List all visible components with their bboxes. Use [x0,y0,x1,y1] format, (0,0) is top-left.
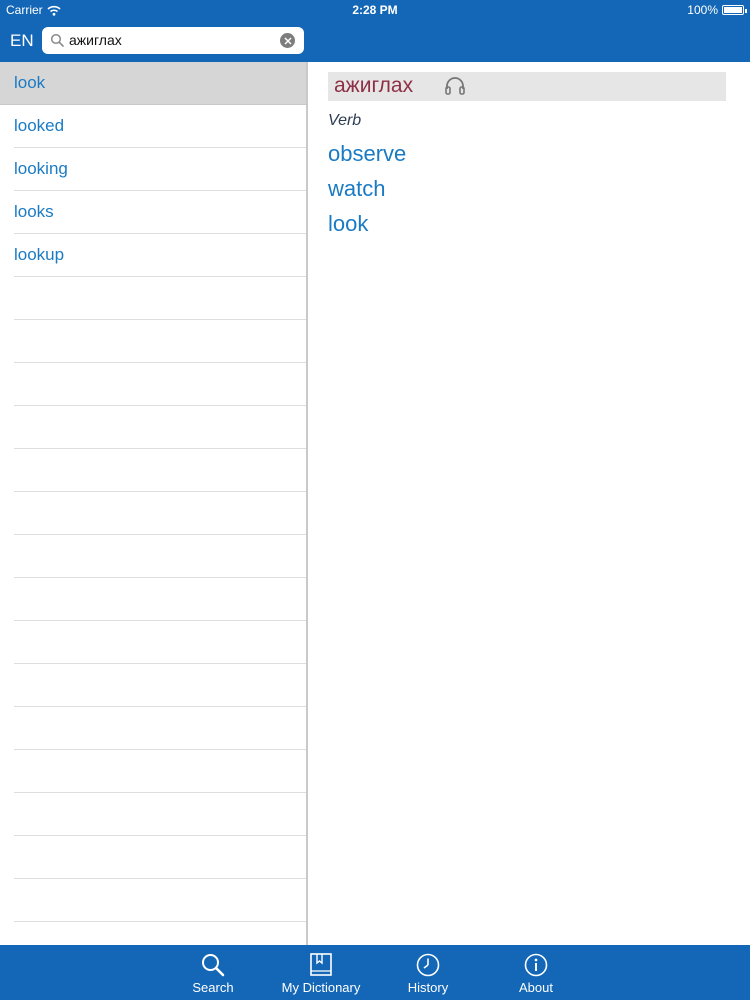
battery-percent: 100% [687,3,718,17]
results-list[interactable]: look looked looking looks lookup [0,62,307,945]
empty-row [0,277,307,320]
battery-icon [722,5,747,15]
list-item[interactable]: looks [0,191,307,234]
headword: ажиглах [334,74,414,97]
empty-row [0,535,307,578]
empty-row [0,750,307,793]
empty-row [0,664,307,707]
entry-detail: ажиглах Verb observe watch look [308,62,750,945]
tab-history[interactable]: History [373,945,483,1000]
empty-row [0,793,307,836]
battery-indicator: 100% [687,3,747,17]
empty-row [0,363,307,406]
translation-list: observe watch look [328,140,406,245]
tab-label: History [407,980,449,995]
empty-row [0,492,307,535]
empty-row [0,320,307,363]
book-icon [310,953,332,976]
empty-row [0,578,307,621]
status-time: 2:28 PM [352,3,398,17]
close-icon [283,36,292,45]
list-item-label: look [14,73,46,92]
search-icon [50,33,64,47]
list-item[interactable]: lookup [0,234,307,277]
tab-bar: Search My Dictionary History About [0,945,750,1000]
list-item[interactable]: looked [0,105,307,148]
part-of-speech: Verb [328,112,362,129]
tab-label: About [519,980,553,995]
info-icon [524,953,548,977]
list-item-label: lookup [14,245,65,264]
list-item-label: looked [14,116,65,135]
translation-link[interactable]: observe [328,140,406,175]
tab-about[interactable]: About [481,945,591,1000]
empty-row [0,836,307,879]
clear-search-button[interactable] [280,33,295,48]
list-item-label: looks [14,202,54,221]
empty-rows [0,277,307,945]
headphones-icon[interactable] [444,76,466,96]
translation-link[interactable]: watch [328,175,406,210]
empty-row [0,449,307,492]
list-item[interactable]: looking [0,148,307,191]
tab-label: Search [192,980,234,995]
headword-bar: ажиглах [328,72,726,101]
empty-row [0,879,307,922]
empty-row [0,707,307,750]
tab-my-dictionary[interactable]: My Dictionary [266,945,376,1000]
clock-icon [416,953,440,977]
language-toggle[interactable]: EN [10,31,34,51]
tab-label: My Dictionary [281,980,361,995]
empty-row [0,406,307,449]
tab-search[interactable]: Search [158,945,268,1000]
search-field[interactable] [42,27,304,54]
empty-row [0,621,307,664]
list-item[interactable]: look [0,62,307,105]
empty-row [0,922,307,945]
top-bar: Carrier 2:28 PM 100% EN [0,0,750,62]
status-bar: Carrier 2:28 PM 100% [0,0,750,20]
magnifier-icon [202,954,225,977]
translation-link[interactable]: look [328,210,406,245]
list-item-label: looking [14,159,68,178]
search-input[interactable] [69,30,274,50]
